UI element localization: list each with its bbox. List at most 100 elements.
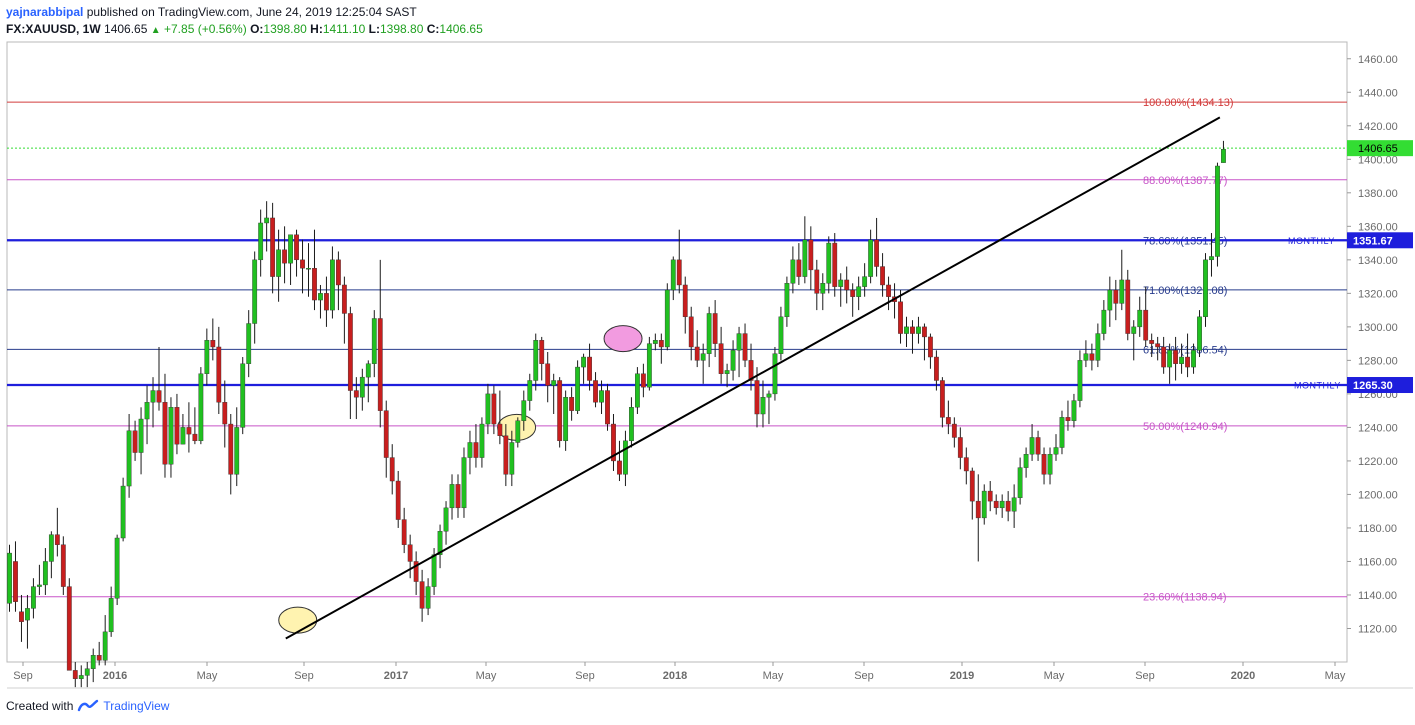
candle-up bbox=[1095, 333, 1101, 361]
x-tick-label: Sep bbox=[1135, 670, 1155, 682]
candle-down bbox=[60, 544, 66, 587]
candle-down bbox=[377, 318, 383, 411]
candle-up bbox=[790, 259, 796, 284]
candle-up bbox=[521, 400, 527, 421]
candle-down bbox=[963, 457, 969, 472]
monthly-level-label: MONTHLY bbox=[1294, 381, 1341, 391]
candle-down bbox=[228, 423, 234, 475]
candle-up bbox=[252, 259, 258, 324]
candle-up bbox=[635, 373, 640, 408]
candle-down bbox=[174, 407, 180, 445]
candle-up bbox=[31, 586, 36, 609]
candle-down bbox=[216, 346, 222, 403]
candle-down bbox=[210, 340, 216, 348]
candle-up bbox=[515, 420, 521, 443]
candle-up bbox=[820, 283, 826, 294]
candle-down bbox=[814, 269, 820, 294]
candle-down bbox=[808, 239, 814, 271]
candle-down bbox=[455, 484, 461, 509]
candle-up bbox=[1107, 289, 1113, 311]
x-tick-label: 2016 bbox=[103, 670, 127, 682]
candle-down bbox=[1161, 346, 1167, 368]
candle-up bbox=[1179, 356, 1184, 364]
candle-down bbox=[969, 470, 975, 502]
candle-down bbox=[754, 380, 760, 415]
candle-up bbox=[1131, 326, 1137, 334]
candle-down bbox=[1089, 353, 1095, 361]
fib-level-label: 23.60%(1138.94) bbox=[1143, 592, 1227, 604]
y-tick-label: 1460.00 bbox=[1358, 54, 1398, 66]
candle-up bbox=[1197, 316, 1202, 351]
candle-up bbox=[240, 363, 246, 428]
candle-up bbox=[784, 283, 790, 318]
candle-up bbox=[1017, 467, 1023, 498]
candle-down bbox=[593, 380, 598, 403]
y-tick-label: 1140.00 bbox=[1358, 590, 1397, 602]
candle-down bbox=[1185, 356, 1190, 368]
x-tick-label: 2018 bbox=[663, 670, 687, 682]
candle-down bbox=[796, 259, 802, 277]
candle-up bbox=[485, 393, 491, 425]
candle-up bbox=[371, 318, 377, 364]
candle-down bbox=[503, 435, 509, 475]
candle-down bbox=[1125, 279, 1131, 334]
candle-up bbox=[1215, 165, 1220, 257]
candle-down bbox=[300, 259, 305, 269]
x-tick-label: May bbox=[763, 670, 784, 682]
x-tick-label: Sep bbox=[13, 670, 33, 682]
candle-up bbox=[234, 427, 240, 475]
candle-down bbox=[13, 561, 18, 602]
candle-down bbox=[1143, 309, 1149, 341]
candle-down bbox=[694, 346, 700, 361]
y-tick-label: 1180.00 bbox=[1358, 523, 1397, 535]
x-tick-label: Sep bbox=[575, 670, 595, 682]
footer: Created with TradingView bbox=[6, 699, 169, 713]
candle-down bbox=[928, 336, 933, 358]
candle-down bbox=[1149, 340, 1155, 344]
candle-up bbox=[48, 534, 54, 562]
candle-down bbox=[1065, 417, 1071, 421]
candle-down bbox=[162, 402, 168, 465]
candle-down bbox=[282, 249, 287, 264]
candle-up bbox=[425, 586, 431, 609]
candle-up bbox=[736, 333, 742, 351]
candle-up bbox=[42, 561, 48, 586]
candle-up bbox=[114, 537, 120, 599]
candle-up bbox=[1083, 353, 1089, 361]
candle-down bbox=[270, 217, 276, 277]
candle-up bbox=[527, 380, 533, 401]
candle-down bbox=[539, 340, 545, 364]
candle-up bbox=[180, 427, 186, 445]
tradingview-brand[interactable]: TradingView bbox=[103, 699, 169, 713]
candle-up bbox=[1101, 309, 1107, 334]
candle-up bbox=[1137, 309, 1143, 328]
candle-up bbox=[509, 442, 515, 475]
fib-level-label: 71.00%(1322.08) bbox=[1143, 285, 1227, 297]
candle-down bbox=[587, 356, 592, 381]
candle-up bbox=[760, 397, 766, 415]
candle-down bbox=[880, 266, 885, 286]
candle-up bbox=[258, 222, 264, 261]
candle-up bbox=[563, 397, 569, 442]
candle-down bbox=[898, 301, 903, 334]
candle-down bbox=[939, 380, 945, 418]
candle-up bbox=[599, 390, 604, 403]
candle-up bbox=[766, 393, 772, 398]
candle-down bbox=[640, 373, 646, 388]
candle-up bbox=[646, 343, 652, 388]
candle-up bbox=[551, 380, 557, 386]
monthly-price-badge-label: 1351.67 bbox=[1353, 235, 1393, 247]
candlestick-chart[interactable]: 100.00%(1434.13) 88.00%(1387.77) 78.60%(13… bbox=[0, 0, 1415, 725]
highlight-ellipse bbox=[278, 606, 318, 634]
candle-down bbox=[192, 433, 198, 442]
candle-up bbox=[652, 340, 658, 344]
created-with-text: Created with bbox=[6, 699, 74, 713]
candle-up bbox=[264, 217, 270, 224]
candle-up bbox=[37, 584, 42, 587]
candle-up bbox=[862, 276, 868, 287]
candle-down bbox=[473, 442, 479, 458]
candle-up bbox=[623, 440, 628, 475]
candle-up bbox=[204, 340, 210, 374]
candle-up bbox=[802, 239, 808, 277]
candle-up bbox=[1209, 256, 1214, 261]
